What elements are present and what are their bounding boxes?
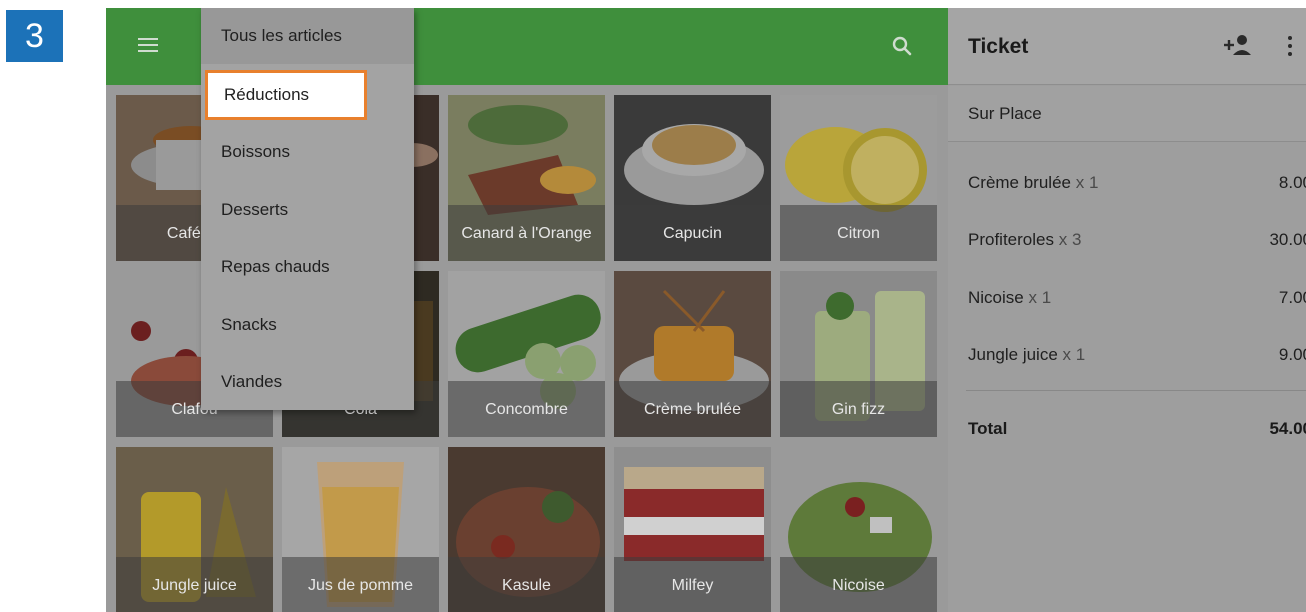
product-name: Milfey bbox=[614, 557, 771, 612]
product-tile[interactable]: Concombre bbox=[448, 271, 605, 437]
ticket-divider bbox=[966, 390, 1306, 391]
total-value: 54.00 bbox=[1269, 419, 1306, 438]
add-person-icon[interactable] bbox=[1222, 33, 1252, 57]
menu-item-snacks[interactable]: Snacks bbox=[201, 297, 414, 353]
search-icon[interactable] bbox=[890, 34, 914, 58]
ticket-title: Ticket bbox=[968, 35, 1029, 58]
product-name: Crème brulée bbox=[614, 381, 771, 437]
product-tile[interactable]: Citron bbox=[780, 95, 937, 261]
product-name: Kasule bbox=[448, 557, 605, 612]
ticket-line[interactable]: Crème brulée x 1 8.00 bbox=[948, 168, 1306, 198]
product-name: Nicoise bbox=[780, 557, 937, 612]
menu-item-viandes[interactable]: Viandes bbox=[201, 354, 414, 410]
dining-option-label: Sur Place bbox=[968, 104, 1042, 123]
ticket-total-row: Total 54.00 bbox=[948, 414, 1306, 444]
product-tile[interactable]: Milfey bbox=[614, 447, 771, 612]
line-item-qty: x 1 bbox=[1062, 345, 1086, 364]
line-item-qty: x 3 bbox=[1058, 230, 1082, 249]
product-name: Canard à l'Orange bbox=[448, 205, 605, 261]
line-item-name: Nicoise bbox=[968, 288, 1024, 307]
product-name: Citron bbox=[780, 205, 937, 261]
line-item-price: 30.00 bbox=[1269, 230, 1306, 249]
line-item-qty: x 1 bbox=[1028, 288, 1052, 307]
line-item-price: 8.00 bbox=[1278, 173, 1306, 192]
dining-option-row[interactable]: Sur Place bbox=[948, 86, 1306, 142]
category-dropdown: Tous les articles Réductions Boissons De… bbox=[201, 8, 414, 410]
hamburger-menu-icon[interactable] bbox=[138, 38, 158, 54]
pos-app: Café cu Canard à l'Orange Capucin Citron… bbox=[106, 8, 1306, 612]
menu-item-desserts[interactable]: Desserts bbox=[201, 182, 414, 238]
line-item-qty: x 1 bbox=[1075, 173, 1099, 192]
product-name: Gin fizz bbox=[780, 381, 937, 437]
product-tile[interactable]: Nicoise bbox=[780, 447, 937, 612]
menu-item-reductions[interactable]: Réductions bbox=[205, 70, 367, 120]
product-tile[interactable]: Jus de pomme bbox=[282, 447, 439, 612]
product-tile[interactable]: Capucin bbox=[614, 95, 771, 261]
product-tile[interactable]: Crème brulée bbox=[614, 271, 771, 437]
product-tile[interactable]: Gin fizz bbox=[780, 271, 937, 437]
step-badge: 3 bbox=[6, 10, 63, 62]
ticket-line[interactable]: Profiteroles x 3 30.00 bbox=[948, 225, 1306, 255]
line-item-price: 7.00 bbox=[1278, 288, 1306, 307]
ticket-line[interactable]: Nicoise x 1 7.00 bbox=[948, 283, 1306, 313]
ticket-line[interactable]: Jungle juice x 1 9.00 bbox=[948, 340, 1306, 370]
line-item-name: Profiteroles bbox=[968, 230, 1054, 249]
menu-item-boissons[interactable]: Boissons bbox=[201, 124, 414, 180]
line-item-price: 9.00 bbox=[1278, 345, 1306, 364]
menu-item-all-articles[interactable]: Tous les articles bbox=[201, 8, 414, 64]
line-item-name: Crème brulée bbox=[968, 173, 1071, 192]
ticket-header: Ticket bbox=[948, 8, 1306, 85]
line-item-name: Jungle juice bbox=[968, 345, 1058, 364]
product-tile[interactable]: Kasule bbox=[448, 447, 605, 612]
total-label: Total bbox=[968, 419, 1008, 438]
more-vert-icon[interactable] bbox=[1286, 36, 1294, 58]
product-name: Jungle juice bbox=[116, 557, 273, 612]
product-tile[interactable]: Canard à l'Orange bbox=[448, 95, 605, 261]
product-name: Concombre bbox=[448, 381, 605, 437]
menu-item-repas-chauds[interactable]: Repas chauds bbox=[201, 239, 414, 295]
product-name: Jus de pomme bbox=[282, 557, 439, 612]
product-name: Capucin bbox=[614, 205, 771, 261]
product-tile[interactable]: Jungle juice bbox=[116, 447, 273, 612]
ticket-panel: Ticket Sur Place Crème brulée x 1 8.00 P… bbox=[948, 8, 1306, 612]
